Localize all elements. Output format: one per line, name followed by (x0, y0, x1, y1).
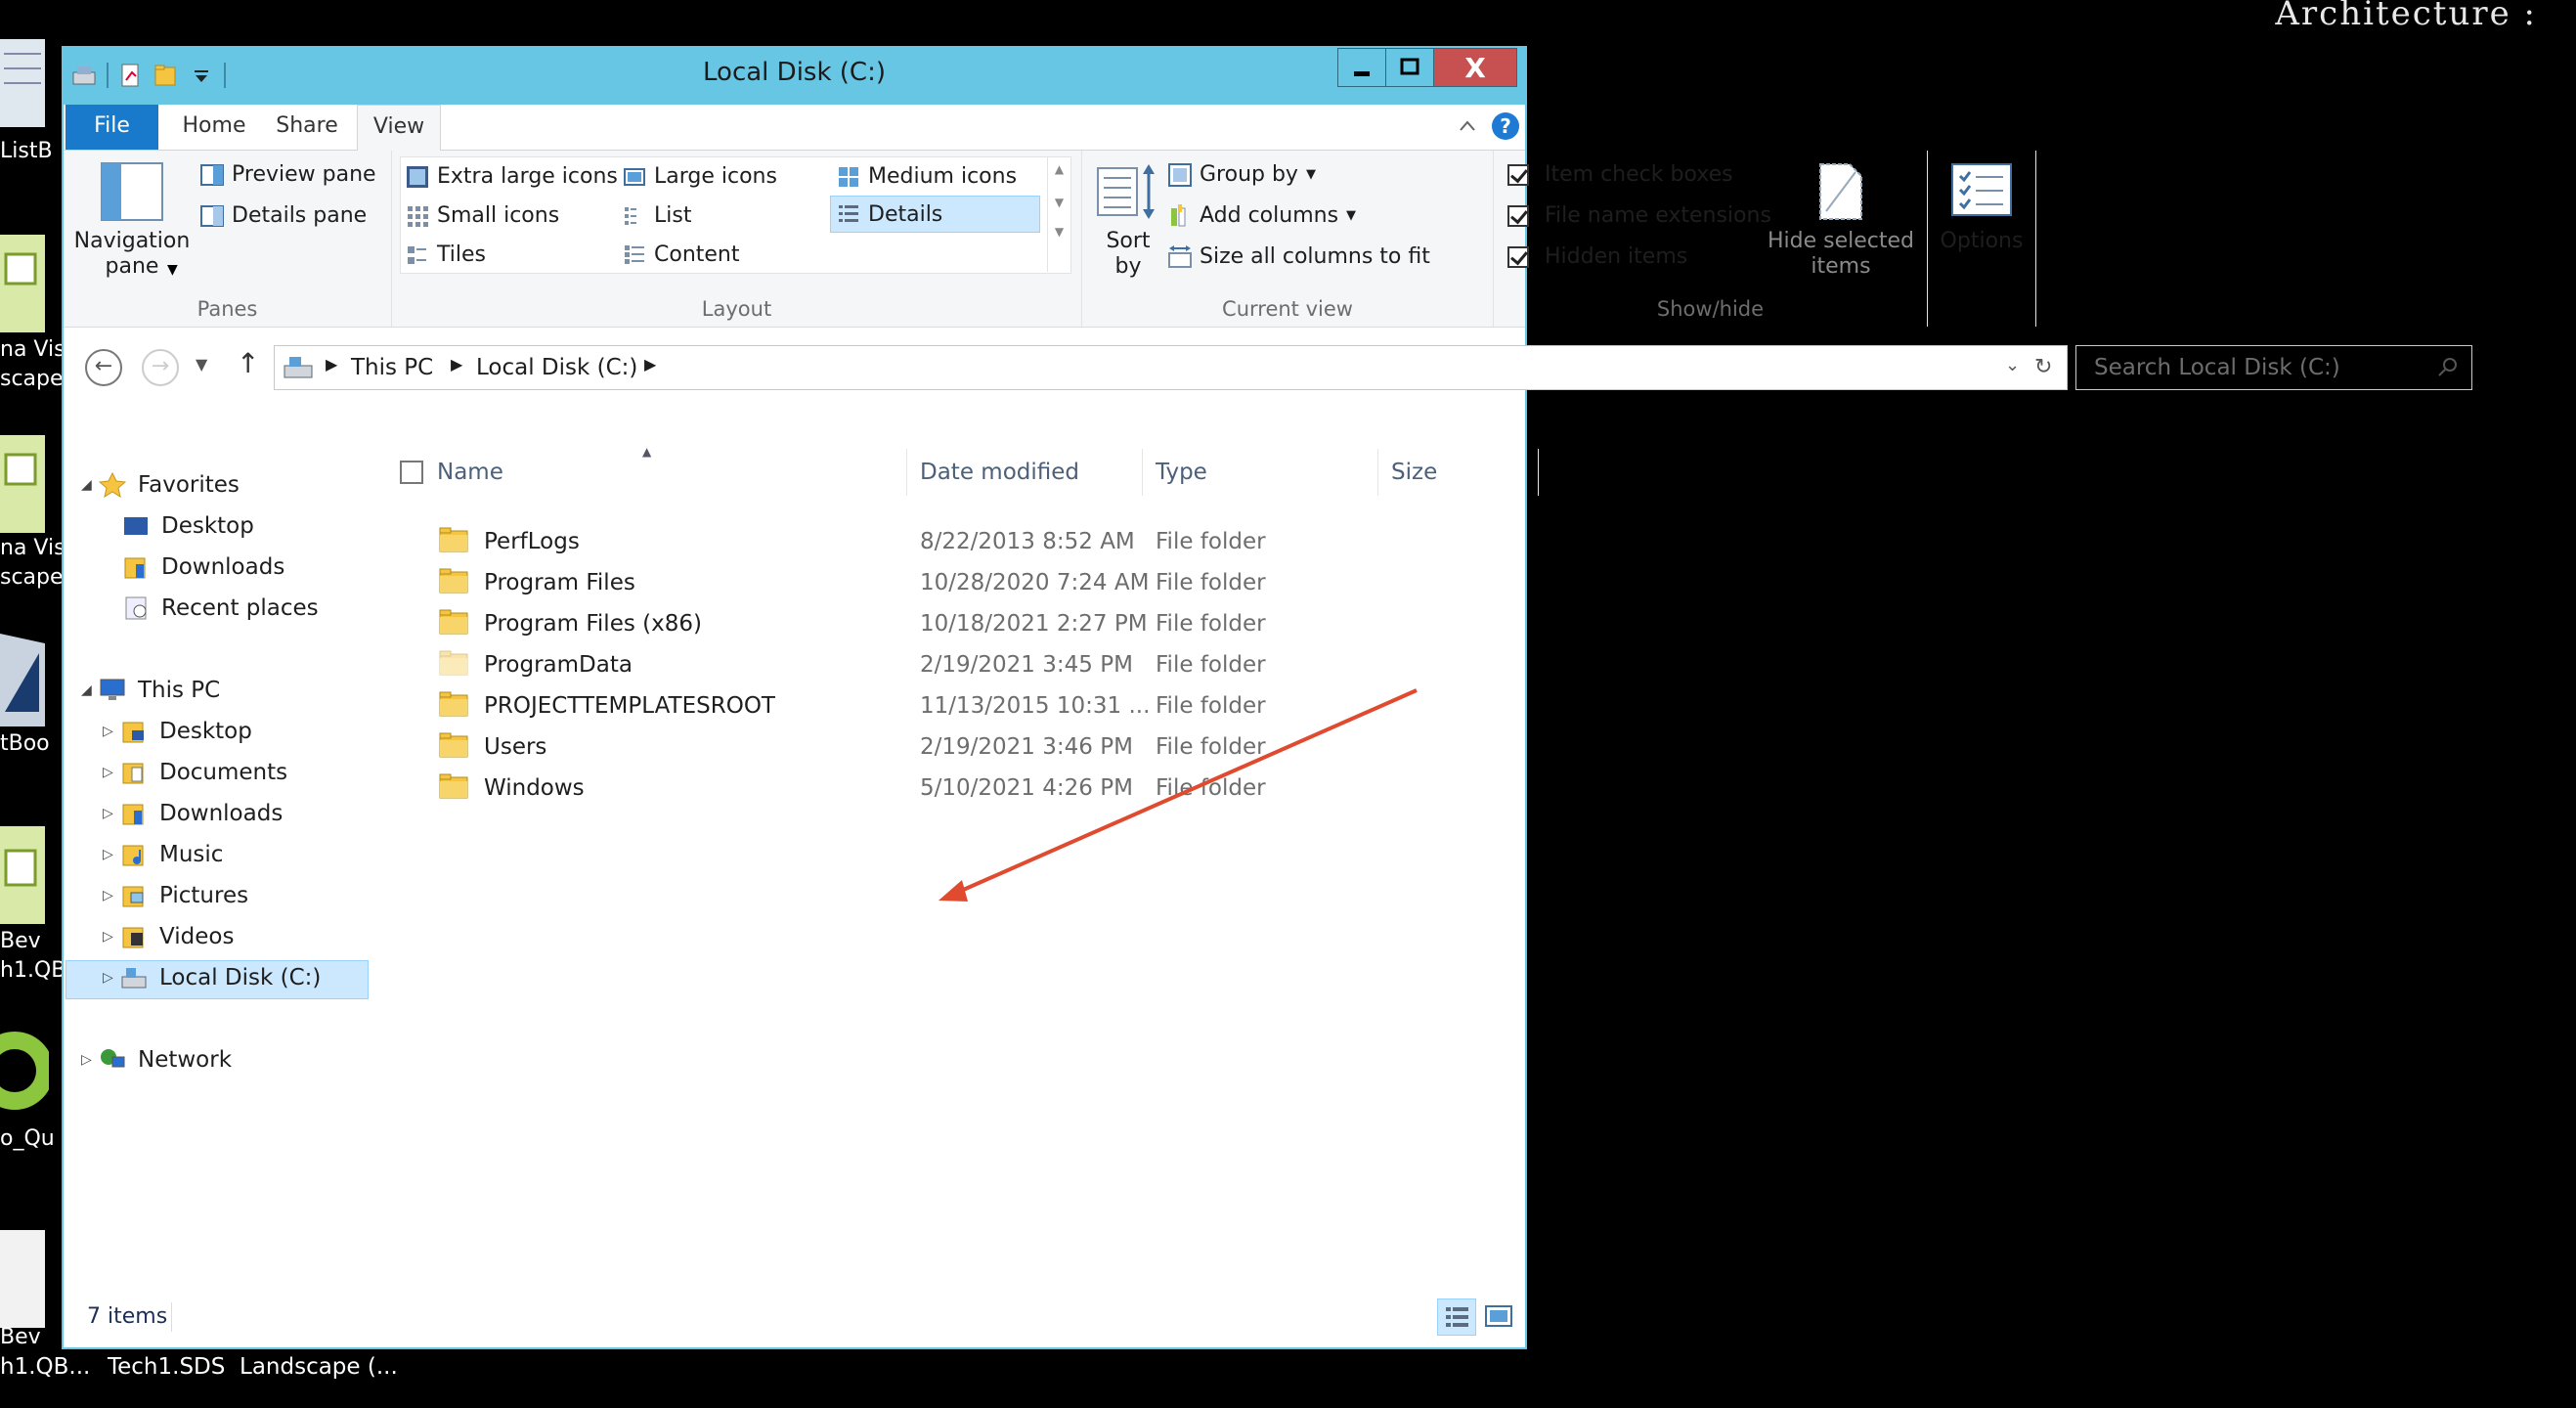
desktop-label: Bev (0, 1325, 41, 1349)
large-icons-view-icon (1485, 1305, 1512, 1327)
file-list: ▲ Name Date modified Type Size PerfLogs 8… (378, 406, 1539, 1291)
status-bar: 7 items (64, 1291, 1525, 1347)
details-view-icon (1446, 1307, 1468, 1327)
desktop-label: h1.QB... (0, 1354, 91, 1380)
explorer-body: ◢ Favorites Desktop Downloads Recent pla… (64, 406, 1539, 1291)
details-view-button[interactable] (1437, 1298, 1476, 1336)
item-count: 7 items (87, 1304, 168, 1329)
annotation-arrow (939, 688, 1418, 902)
explorer-window: Local Disk (C:) X File Home Share View ?… (62, 46, 2472, 1349)
desktop-label: Tech1.SDS (108, 1354, 226, 1380)
desktop-label: Landscape (... (240, 1354, 398, 1380)
desktop-top-right-text: Architecture : (2275, 0, 2537, 33)
search-icon[interactable] (2436, 356, 2460, 379)
large-icons-view-button[interactable] (1480, 1298, 1519, 1336)
